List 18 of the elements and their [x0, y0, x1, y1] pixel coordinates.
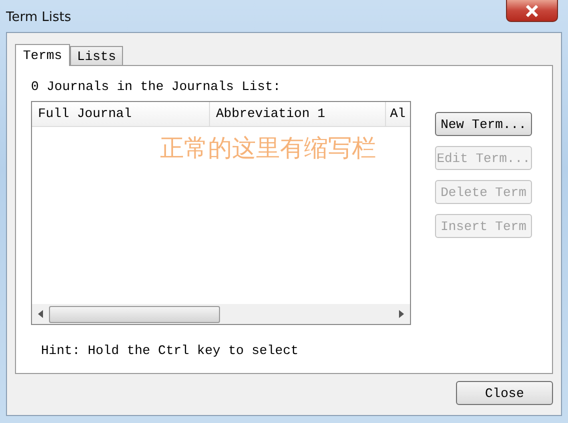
close-icon — [525, 4, 539, 16]
tab[interactable]: Terms — [15, 44, 70, 66]
close-dialog-button[interactable]: Close — [456, 381, 553, 405]
journal-count-label: 0 Journals in the Journals List: — [31, 79, 282, 94]
journal-list[interactable]: Full Journal Abbreviation 1 Al 正常的这里有缩写栏 — [31, 101, 411, 325]
scroll-left-icon[interactable] — [38, 310, 43, 318]
window-title: Term Lists — [6, 10, 72, 25]
column-header[interactable]: Abbreviation 1 — [210, 102, 386, 126]
horizontal-scrollbar[interactable] — [32, 304, 410, 324]
tab[interactable]: Lists — [70, 46, 124, 65]
scroll-right-icon[interactable] — [399, 310, 404, 318]
close-button[interactable] — [506, 0, 558, 22]
scrollbar-thumb[interactable] — [49, 306, 220, 322]
term-button[interactable]: New Term... — [435, 112, 532, 136]
column-header[interactable]: Full Journal — [32, 102, 210, 126]
annotation-text: 正常的这里有缩写栏 — [160, 133, 376, 164]
column-header[interactable]: Al — [386, 102, 408, 126]
hint-text: Hint: Hold the Ctrl key to select — [41, 343, 300, 358]
